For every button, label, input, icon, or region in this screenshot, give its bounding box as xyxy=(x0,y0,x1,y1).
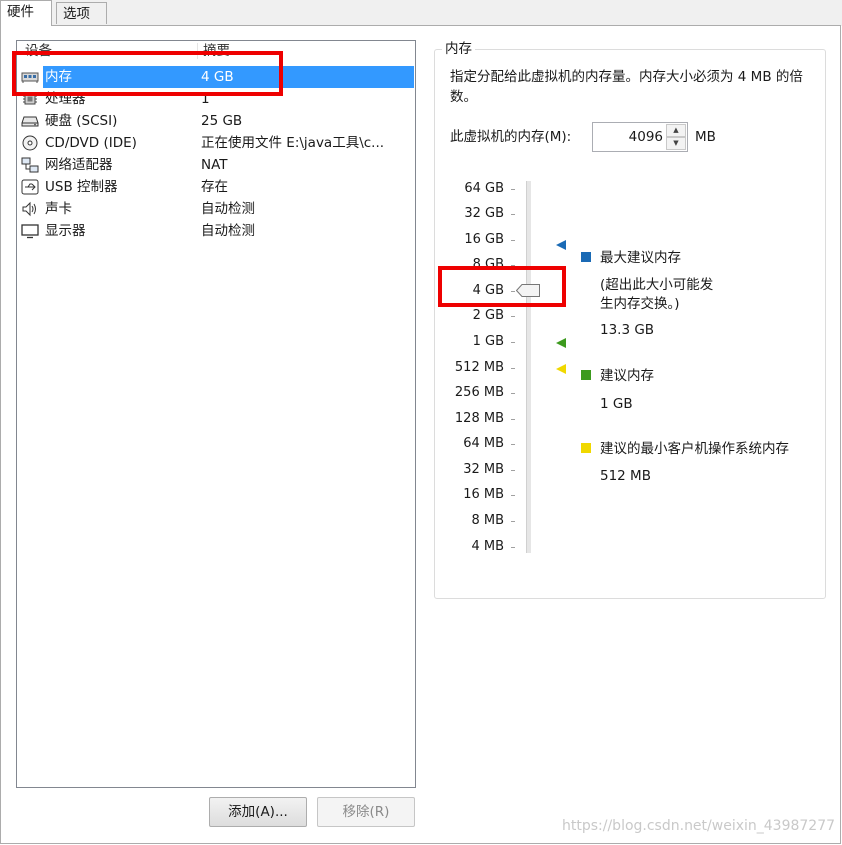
scale-label: 64 MB xyxy=(463,436,504,451)
list-item-name: 硬盘 (SCSI) xyxy=(45,113,118,129)
max-recommended-title: 最大建议内存 xyxy=(600,250,681,266)
tab-options[interactable]: 选项 xyxy=(56,2,107,24)
decrement-arrow-icon[interactable]: ▼ xyxy=(666,137,686,150)
display-icon xyxy=(21,223,39,239)
list-item-value: NAT xyxy=(201,157,228,173)
memory-slider-track[interactable] xyxy=(526,181,531,553)
recommended-value: 1 GB xyxy=(600,396,633,412)
scale-label: 4 MB xyxy=(471,539,504,554)
remove-device-button[interactable]: 移除(R) xyxy=(317,797,415,827)
scale-tick xyxy=(511,419,515,420)
memory-description: 指定分配给此虚拟机的内存量。内存大小必须为 4 MB 的倍数。 xyxy=(450,69,803,105)
list-item-value: 正在使用文件 E:\java工具\c... xyxy=(201,135,385,151)
max-recommended-legend-icon xyxy=(581,252,591,262)
scale-tick xyxy=(511,521,515,522)
list-item-value: 自动检测 xyxy=(201,201,255,217)
list-item-sound-card[interactable]: 声卡 自动检测 xyxy=(17,198,415,220)
cd-dvd-icon xyxy=(21,135,39,151)
scale-label: 8 MB xyxy=(471,513,504,528)
scale-tick xyxy=(511,316,515,317)
network-adapter-icon xyxy=(21,157,39,173)
list-item-value: 存在 xyxy=(201,179,228,195)
scale-tick xyxy=(511,393,515,394)
highlight-box-memory-row xyxy=(12,51,283,96)
stepper-arrows: ▲ ▼ xyxy=(666,124,686,150)
scale-label: 16 GB xyxy=(464,232,504,247)
list-item-usb-controller[interactable]: USB 控制器 存在 xyxy=(17,176,415,198)
device-list[interactable]: 设备 摘要 内存 4 GB 处理器 1 硬盘 (SCSI) 25 GB CD/D… xyxy=(16,40,416,788)
scale-label: 32 GB xyxy=(464,206,504,221)
memory-unit-label: MB xyxy=(695,129,716,145)
max-recommended-note: (超出此大小可能发生内存交换。) xyxy=(600,277,714,312)
list-item-name: 声卡 xyxy=(45,201,72,217)
min-os-legend-icon xyxy=(581,443,591,453)
scale-tick xyxy=(511,214,515,215)
recommended-legend-icon xyxy=(581,370,591,380)
list-item-name: 网络适配器 xyxy=(45,157,113,173)
scale-label: 512 MB xyxy=(454,360,504,375)
list-item-value: 25 GB xyxy=(201,113,243,129)
list-item-value: 自动检测 xyxy=(201,223,255,239)
scale-label: 16 MB xyxy=(463,487,504,502)
min-os-title: 建议的最小客户机操作系统内存 xyxy=(600,441,789,457)
recommended-marker-icon xyxy=(556,336,566,352)
list-item-name: CD/DVD (IDE) xyxy=(45,135,137,151)
scale-label: 32 MB xyxy=(463,462,504,477)
increment-arrow-icon[interactable]: ▲ xyxy=(666,124,686,137)
scale-label: 1 GB xyxy=(472,334,504,349)
recommended-title: 建议内存 xyxy=(600,368,654,384)
memory-size-input[interactable]: 4096 xyxy=(593,128,663,146)
hard-disk-icon xyxy=(21,113,39,129)
scale-tick xyxy=(511,444,515,445)
highlight-box-slider-value xyxy=(438,266,566,307)
memory-group-title: 内存 xyxy=(442,40,475,58)
scale-label: 256 MB xyxy=(454,385,504,400)
list-item-cd-dvd[interactable]: CD/DVD (IDE) 正在使用文件 E:\java工具\c... xyxy=(17,132,415,154)
list-item-network-adapter[interactable]: 网络适配器 NAT xyxy=(17,154,415,176)
scale-tick xyxy=(511,189,515,190)
memory-field-label: 此虚拟机的内存(M): xyxy=(450,129,572,145)
scale-label: 2 GB xyxy=(472,308,504,323)
tab-hardware-label: 硬件 xyxy=(7,4,34,20)
sound-card-icon xyxy=(21,201,39,217)
usb-icon xyxy=(21,179,39,195)
max-recommended-marker-icon xyxy=(556,238,566,254)
min-os-marker-icon xyxy=(556,362,566,378)
tab-bar xyxy=(0,0,842,26)
list-item-name: USB 控制器 xyxy=(45,179,118,195)
scale-tick xyxy=(511,342,515,343)
tab-hardware[interactable]: 硬件 xyxy=(0,0,52,26)
watermark: https://blog.csdn.net/weixin_43987277 xyxy=(562,818,836,834)
scale-label: 64 GB xyxy=(464,181,504,196)
max-recommended-value: 13.3 GB xyxy=(600,322,655,338)
add-device-button[interactable]: 添加(A)... xyxy=(209,797,307,827)
list-item-display[interactable]: 显示器 自动检测 xyxy=(17,220,415,242)
tab-options-label: 选项 xyxy=(63,6,90,22)
scale-tick xyxy=(511,495,515,496)
scale-tick xyxy=(511,547,515,548)
list-item-hard-disk[interactable]: 硬盘 (SCSI) 25 GB xyxy=(17,110,415,132)
scale-tick xyxy=(511,368,515,369)
scale-label: 128 MB xyxy=(454,411,504,426)
scale-tick xyxy=(511,240,515,241)
min-os-value: 512 MB xyxy=(600,468,651,484)
list-item-name: 显示器 xyxy=(45,223,86,239)
memory-size-stepper[interactable]: 4096 ▲ ▼ xyxy=(592,122,688,152)
scale-tick xyxy=(511,470,515,471)
